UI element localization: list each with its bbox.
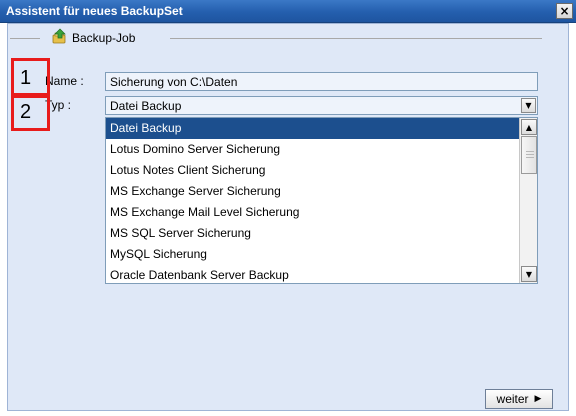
close-button[interactable]: ×	[556, 3, 573, 19]
scroll-up-icon[interactable]: ▲	[521, 119, 537, 135]
name-input[interactable]	[105, 72, 538, 91]
dropdown-item-lotus-notes[interactable]: Lotus Notes Client Sicherung	[106, 160, 519, 181]
dropdown-item-oracle[interactable]: Oracle Datenbank Server Backup	[106, 265, 519, 286]
type-dropdown-list: Datei Backup Lotus Domino Server Sicheru…	[105, 117, 538, 284]
dropdown-item-lotus-domino[interactable]: Lotus Domino Server Sicherung	[106, 139, 519, 160]
title-bar[interactable]: Assistent für neues BackupSet ×	[0, 0, 576, 23]
dropdown-item-ms-exchange-server[interactable]: MS Exchange Server Sicherung	[106, 181, 519, 202]
dropdown-item-ms-exchange-mail[interactable]: MS Exchange Mail Level Sicherung	[106, 202, 519, 223]
close-icon: ×	[559, 4, 570, 18]
backupset-wizard-window: Assistent für neues BackupSet × Backup-J…	[0, 0, 576, 416]
annotation-number-1: 1	[20, 66, 32, 89]
window-title: Assistent für neues BackupSet	[6, 4, 183, 18]
name-label: Name :	[45, 74, 84, 88]
fieldset-border-right	[170, 38, 542, 39]
annotation-marker-2: 2	[11, 93, 50, 131]
next-button[interactable]: weiter ▶	[485, 389, 553, 409]
dropdown-item-mysql[interactable]: MySQL Sicherung	[106, 244, 519, 265]
scroll-down-icon[interactable]: ▼	[521, 266, 537, 282]
fieldset-legend: Backup-Job	[72, 31, 136, 45]
annotation-marker-1: 1	[11, 58, 50, 98]
dropdown-scrollbar[interactable]: ▲ ▼	[519, 118, 537, 283]
arrow-right-icon: ▶	[534, 394, 542, 404]
scroll-thumb[interactable]	[521, 136, 537, 174]
backup-job-icon	[52, 28, 68, 44]
next-button-label: weiter	[496, 392, 529, 406]
annotation-number-2: 2	[20, 100, 32, 123]
thumb-grip-line	[526, 154, 534, 155]
type-select[interactable]: Datei Backup ▼	[105, 96, 538, 115]
dropdown-item-ms-sql[interactable]: MS SQL Server Sicherung	[106, 223, 519, 244]
dropdown-item-datei-backup[interactable]: Datei Backup	[106, 118, 519, 139]
chevron-down-icon[interactable]: ▼	[521, 98, 536, 113]
type-select-value: Datei Backup	[110, 99, 182, 113]
fieldset-border-left	[10, 38, 40, 39]
thumb-grip-line	[526, 157, 534, 158]
thumb-grip-line	[526, 151, 534, 152]
